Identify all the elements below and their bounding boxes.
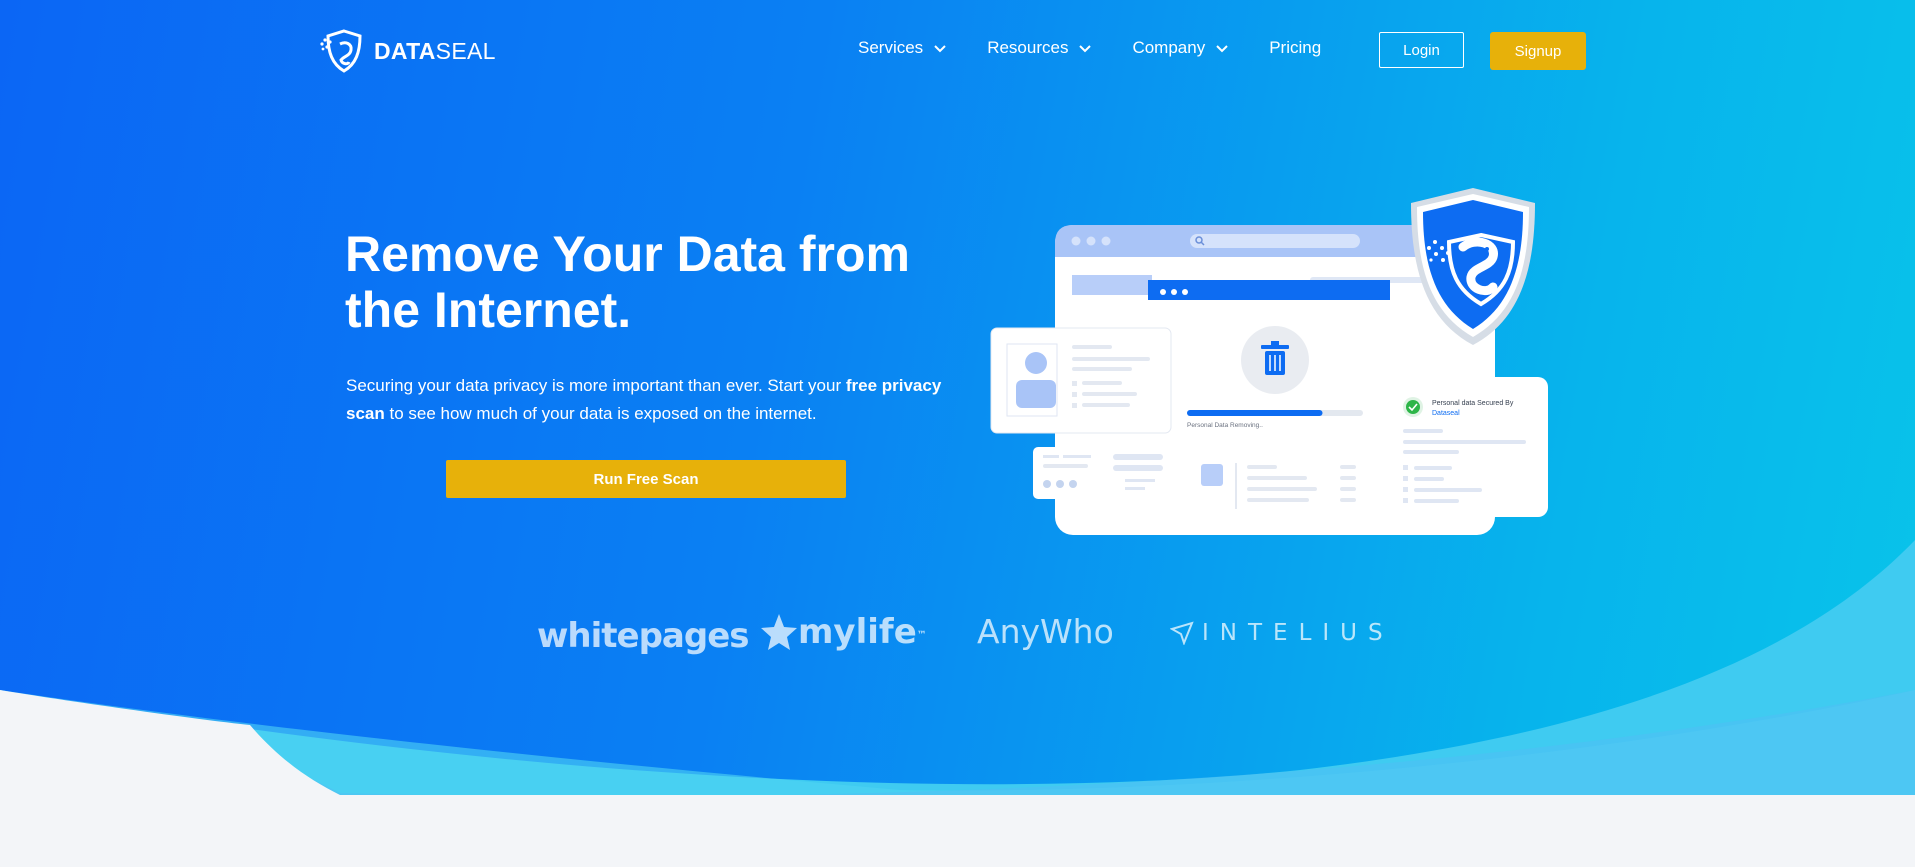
seal-shield-icon: [320, 29, 362, 73]
partner-logo-whitepages: whitepages: [537, 616, 749, 656]
intelius-mark-icon: [1170, 621, 1194, 645]
partner-logo-mylife: mylife ™: [760, 612, 927, 652]
main-nav: Services Resources Company Pricing: [858, 38, 1373, 58]
hero-headline: Remove Your Data from the Internet.: [345, 226, 910, 338]
brand-name: DATASEAL: [374, 37, 496, 64]
secured-brand: Dataseal: [1432, 410, 1460, 417]
chevron-down-icon: [1216, 45, 1228, 53]
nav-pricing-label: Pricing: [1269, 38, 1322, 57]
chevron-down-icon: [934, 45, 946, 53]
nav-resources-label: Resources: [987, 38, 1069, 57]
intelius-wordmark: INTELIUS: [1202, 620, 1394, 646]
chevron-down-icon: [1079, 45, 1092, 53]
nav-resources[interactable]: Resources: [987, 38, 1092, 58]
check-circle-icon: [1403, 397, 1423, 417]
signup-button[interactable]: Signup: [1490, 32, 1586, 70]
partner-logo-anywho: AnyWho: [977, 612, 1114, 651]
login-button[interactable]: Login: [1379, 32, 1464, 68]
nav-pricing[interactable]: Pricing: [1269, 38, 1321, 58]
star-icon: [761, 614, 797, 650]
partner-logo-intelius: INTELIUS: [1170, 620, 1394, 646]
secured-title: Personal data Secured By: [1432, 400, 1514, 407]
partner-logos: whitepages mylife ™ AnyWho INTELIUS: [0, 612, 1915, 662]
hero-subtext: Securing your data privacy is more impor…: [346, 376, 942, 423]
run-free-scan-button[interactable]: Run Free Scan: [446, 460, 846, 498]
trash-icon: [1261, 341, 1289, 375]
nav-services-label: Services: [858, 38, 924, 57]
hero-illustration: Personal Data Removing.. Personal data S…: [990, 188, 1548, 535]
nav-company[interactable]: Company: [1132, 38, 1229, 58]
trademark-mark: ™: [916, 629, 927, 641]
nav-company-label: Company: [1132, 38, 1206, 57]
nav-services[interactable]: Services: [858, 38, 947, 58]
mylife-wordmark: mylife: [798, 612, 917, 652]
progress-caption: Personal Data Removing..: [1187, 422, 1263, 429]
removal-progress-fill: [1187, 410, 1323, 416]
brand-logo[interactable]: DATASEAL: [318, 28, 496, 74]
bottom-wave: [0, 540, 1915, 867]
